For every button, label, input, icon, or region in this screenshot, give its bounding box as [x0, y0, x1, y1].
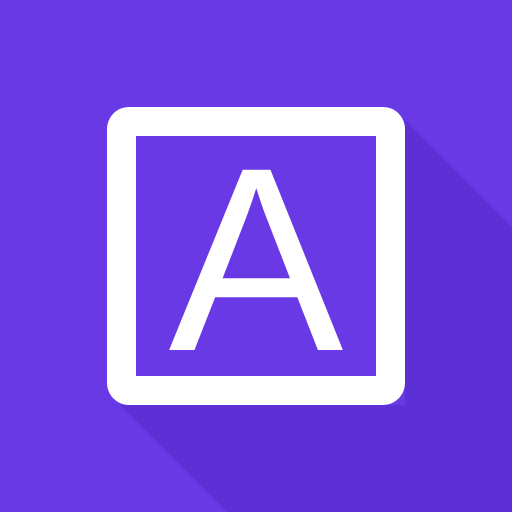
letter-a-square-icon: A [107, 107, 405, 405]
app-icon-letter: A [168, 113, 344, 406]
app-icon: A [0, 0, 512, 512]
